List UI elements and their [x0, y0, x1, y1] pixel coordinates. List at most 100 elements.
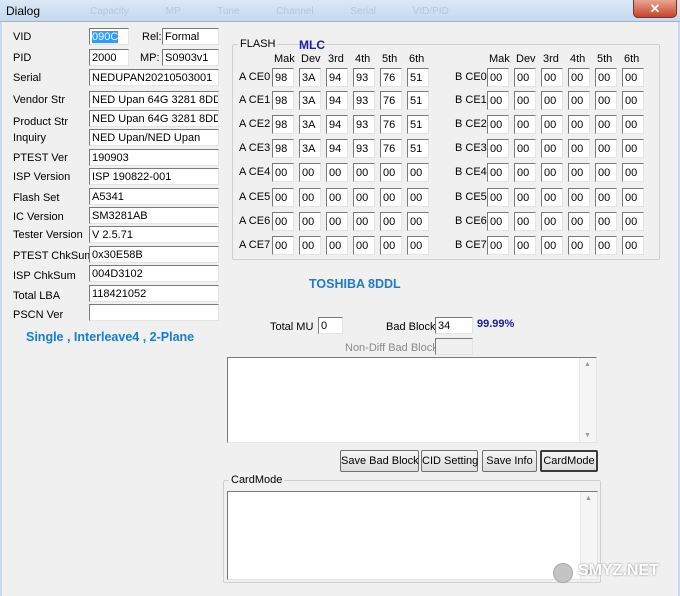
flash-a-id-cell[interactable]: 51 [407, 91, 429, 110]
flash-b-id-cell[interactable]: 00 [541, 236, 563, 255]
flash-a-id-cell[interactable]: 00 [326, 188, 348, 207]
flash-b-id-cell[interactable]: 00 [514, 188, 536, 207]
total-lba-field[interactable]: 118421052 [89, 285, 219, 302]
flash-a-id-cell[interactable]: 00 [407, 188, 429, 207]
flash-b-id-cell[interactable]: 00 [622, 68, 644, 87]
flash-a-id-cell[interactable]: 00 [272, 236, 294, 255]
flash-b-id-cell[interactable]: 00 [514, 91, 536, 110]
flash-a-id-cell[interactable]: 00 [326, 236, 348, 255]
flash-b-id-cell[interactable]: 00 [541, 115, 563, 134]
flash-b-id-cell[interactable]: 00 [568, 163, 590, 182]
flash-b-id-cell[interactable]: 00 [487, 188, 509, 207]
flash-a-id-cell[interactable]: 00 [299, 188, 321, 207]
flash-b-id-cell[interactable]: 00 [622, 212, 644, 231]
flash-set-field[interactable]: A5341 [89, 188, 219, 205]
tester-version-field[interactable]: V 2.5.71 [89, 226, 219, 243]
flash-b-id-cell[interactable]: 00 [487, 115, 509, 134]
flash-b-id-cell[interactable]: 00 [514, 163, 536, 182]
ic-version-field[interactable]: SM3281AB [89, 207, 219, 224]
serial-field[interactable]: NEDUPAN20210503001 [89, 69, 219, 86]
flash-a-id-cell[interactable]: 94 [326, 115, 348, 134]
flash-a-id-cell[interactable]: 00 [380, 188, 402, 207]
log-scrollbar[interactable]: ▲ ▼ [579, 358, 596, 442]
flash-a-id-cell[interactable]: 3A [299, 115, 321, 134]
flash-b-id-cell[interactable]: 00 [487, 91, 509, 110]
scroll-up-icon[interactable]: ▲ [585, 495, 592, 502]
flash-a-id-cell[interactable]: 00 [407, 236, 429, 255]
flash-a-id-cell[interactable]: 76 [380, 68, 402, 87]
flash-a-id-cell[interactable]: 00 [326, 212, 348, 231]
flash-a-id-cell[interactable]: 00 [353, 212, 375, 231]
flash-b-id-cell[interactable]: 00 [487, 236, 509, 255]
flash-a-id-cell[interactable]: 94 [326, 68, 348, 87]
save-bad-block-button[interactable]: Save Bad Block [340, 450, 419, 472]
pid-field[interactable]: 2000 [89, 49, 129, 66]
flash-a-id-cell[interactable]: 00 [326, 163, 348, 182]
flash-a-id-cell[interactable]: 00 [299, 163, 321, 182]
flash-a-id-cell[interactable]: 00 [272, 163, 294, 182]
flash-b-id-cell[interactable]: 00 [487, 68, 509, 87]
flash-b-id-cell[interactable]: 00 [622, 236, 644, 255]
flash-a-id-cell[interactable]: 93 [353, 115, 375, 134]
flash-b-id-cell[interactable]: 00 [568, 68, 590, 87]
pscn-ver-field[interactable] [89, 304, 219, 321]
flash-b-id-cell[interactable]: 00 [622, 188, 644, 207]
isp-version-field[interactable]: ISP 190822-001 [89, 168, 219, 185]
scroll-down-icon[interactable]: ▼ [584, 432, 591, 439]
vendor-str-field[interactable]: NED Upan 64G 3281 8DDL M [89, 91, 219, 108]
flash-b-id-cell[interactable]: 00 [595, 212, 617, 231]
cardmode-textarea[interactable]: ▲ ▼ [227, 491, 598, 580]
flash-b-id-cell[interactable]: 00 [568, 212, 590, 231]
flash-a-id-cell[interactable]: 00 [380, 212, 402, 231]
flash-a-id-cell[interactable]: 00 [272, 188, 294, 207]
flash-b-id-cell[interactable]: 00 [541, 91, 563, 110]
flash-a-id-cell[interactable]: 51 [407, 139, 429, 158]
flash-a-id-cell[interactable]: 3A [299, 91, 321, 110]
flash-b-id-cell[interactable]: 00 [622, 91, 644, 110]
flash-b-id-cell[interactable]: 00 [541, 163, 563, 182]
flash-a-id-cell[interactable]: 00 [380, 163, 402, 182]
flash-a-id-cell[interactable]: 76 [380, 115, 402, 134]
flash-a-id-cell[interactable]: 00 [353, 188, 375, 207]
flash-a-id-cell[interactable]: 93 [353, 91, 375, 110]
rel-field[interactable]: Formal [162, 28, 219, 45]
title-bar[interactable]: Dialog Capacity MP Tune Channel Serial V… [0, 0, 680, 22]
flash-b-id-cell[interactable]: 00 [514, 236, 536, 255]
flash-b-id-cell[interactable]: 00 [622, 115, 644, 134]
flash-a-id-cell[interactable]: 00 [353, 163, 375, 182]
flash-b-id-cell[interactable]: 00 [541, 139, 563, 158]
flash-b-id-cell[interactable]: 00 [514, 139, 536, 158]
flash-a-id-cell[interactable]: 94 [326, 91, 348, 110]
flash-a-id-cell[interactable]: 93 [353, 139, 375, 158]
flash-b-id-cell[interactable]: 00 [541, 188, 563, 207]
flash-a-id-cell[interactable]: 93 [353, 68, 375, 87]
flash-b-id-cell[interactable]: 00 [568, 139, 590, 158]
flash-b-id-cell[interactable]: 00 [595, 91, 617, 110]
save-info-button[interactable]: Save Info [482, 450, 537, 472]
flash-b-id-cell[interactable]: 00 [622, 163, 644, 182]
cardmode-button[interactable]: CardMode [540, 450, 598, 472]
flash-b-id-cell[interactable]: 00 [568, 91, 590, 110]
flash-a-id-cell[interactable]: 00 [380, 236, 402, 255]
flash-a-id-cell[interactable]: 51 [407, 115, 429, 134]
mp-field[interactable]: S0903v1 [162, 49, 219, 66]
flash-a-id-cell[interactable]: 00 [407, 212, 429, 231]
total-mu-field[interactable]: 0 [318, 317, 343, 334]
flash-a-id-cell[interactable]: 94 [326, 139, 348, 158]
flash-a-id-cell[interactable]: 98 [272, 139, 294, 158]
flash-b-id-cell[interactable]: 00 [595, 163, 617, 182]
flash-b-id-cell[interactable]: 00 [541, 68, 563, 87]
flash-a-id-cell[interactable]: 00 [272, 212, 294, 231]
flash-a-id-cell[interactable]: 76 [380, 91, 402, 110]
flash-b-id-cell[interactable]: 00 [568, 115, 590, 134]
inquiry-field[interactable]: NED Upan/NED Upan [89, 129, 219, 146]
flash-a-id-cell[interactable]: 98 [272, 115, 294, 134]
flash-b-id-cell[interactable]: 00 [568, 188, 590, 207]
flash-b-id-cell[interactable]: 00 [595, 115, 617, 134]
flash-a-id-cell[interactable]: 00 [299, 236, 321, 255]
flash-b-id-cell[interactable]: 00 [514, 115, 536, 134]
flash-b-id-cell[interactable]: 00 [487, 163, 509, 182]
bad-block-field[interactable]: 34 [435, 317, 473, 334]
flash-a-id-cell[interactable]: 76 [380, 139, 402, 158]
flash-a-id-cell[interactable]: 98 [272, 68, 294, 87]
